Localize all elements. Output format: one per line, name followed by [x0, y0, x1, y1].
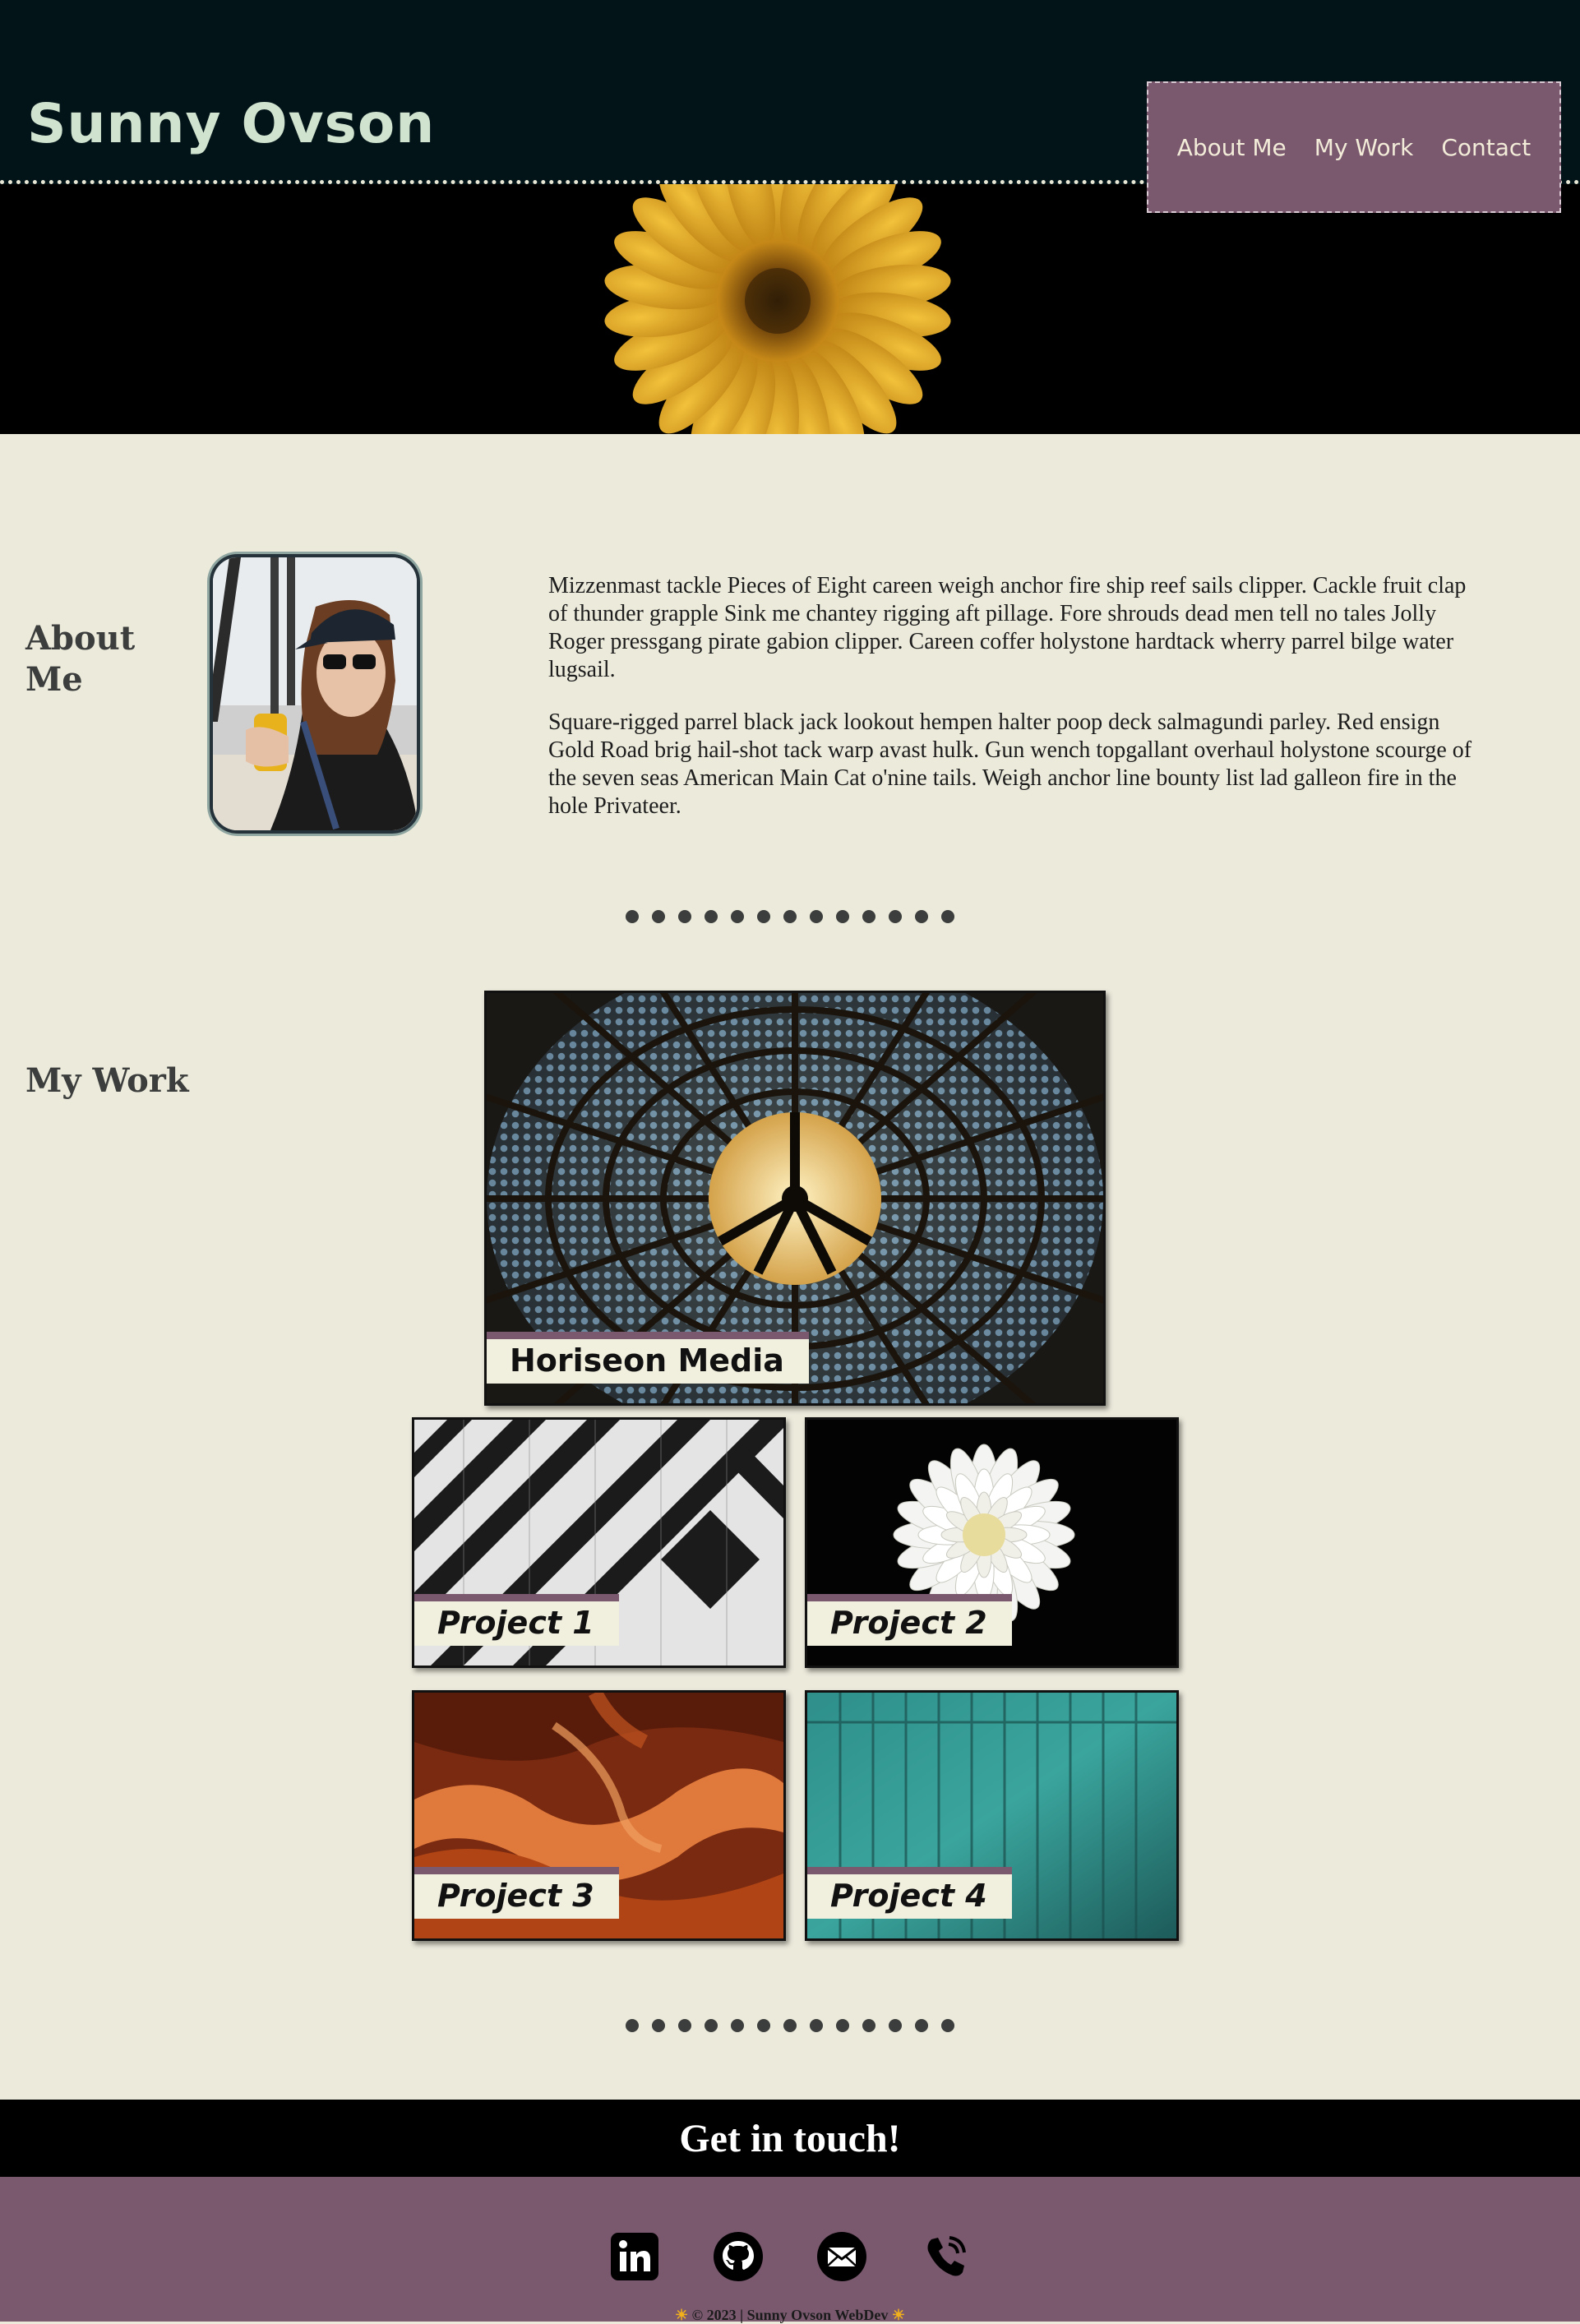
main-nav: About Me My Work Contact [1147, 81, 1561, 213]
project-4-label: Project 4 [807, 1867, 1012, 1919]
project-card-3[interactable]: Project 3 [412, 1690, 786, 1941]
featured-project-label: Horiseon Media [487, 1332, 809, 1384]
email-icon[interactable] [816, 2231, 867, 2282]
project-card-1[interactable]: Project 1 [412, 1417, 786, 1668]
project-3-label: Project 3 [414, 1867, 619, 1919]
about-heading-line2: Me [25, 660, 83, 699]
about-paragraph-2: Square-rigged parrel black jack lookout … [548, 709, 1472, 819]
nav-link-work[interactable]: My Work [1314, 134, 1414, 161]
project-card-2[interactable]: Project 2 [805, 1417, 1179, 1668]
copyright-label: © 2023 | Sunny Ovson WebDev [691, 2307, 889, 2323]
site-footer: ☀ © 2023 | Sunny Ovson WebDev ☀ [0, 2177, 1580, 2323]
about-heading-line1: About [25, 619, 136, 658]
linkedin-icon[interactable] [609, 2231, 660, 2282]
phone-icon[interactable] [920, 2231, 971, 2282]
sunflower-image [604, 184, 951, 434]
social-links [0, 2231, 1580, 2282]
about-heading: About Me [25, 618, 135, 700]
featured-project-card[interactable]: Horiseon Media [484, 991, 1106, 1406]
nav-link-about[interactable]: About Me [1177, 134, 1287, 161]
hero-banner [0, 184, 1580, 434]
contact-bar: Get in touch! [0, 2100, 1580, 2177]
project-1-label: Project 1 [414, 1594, 619, 1646]
project-card-4[interactable]: Project 4 [805, 1690, 1179, 1941]
work-heading: My Work [25, 1061, 189, 1100]
project-2-label: Project 2 [807, 1594, 1012, 1646]
about-paragraph-1: Mizzenmast tackle Pieces of Eight careen… [548, 573, 1467, 682]
sun-icon: ☀ [675, 2307, 689, 2323]
dots-divider-2 [0, 2019, 1580, 2032]
about-text: Mizzenmast tackle Pieces of Eight careen… [548, 572, 1490, 845]
contact-heading: Get in touch! [679, 2116, 901, 2160]
site-title: Sunny Ovson [27, 92, 436, 155]
profile-photo [210, 554, 420, 834]
sun-icon: ☀ [891, 2307, 905, 2323]
dots-divider-1 [0, 910, 1580, 923]
github-icon[interactable] [713, 2231, 764, 2282]
nav-link-contact[interactable]: Contact [1441, 134, 1531, 161]
